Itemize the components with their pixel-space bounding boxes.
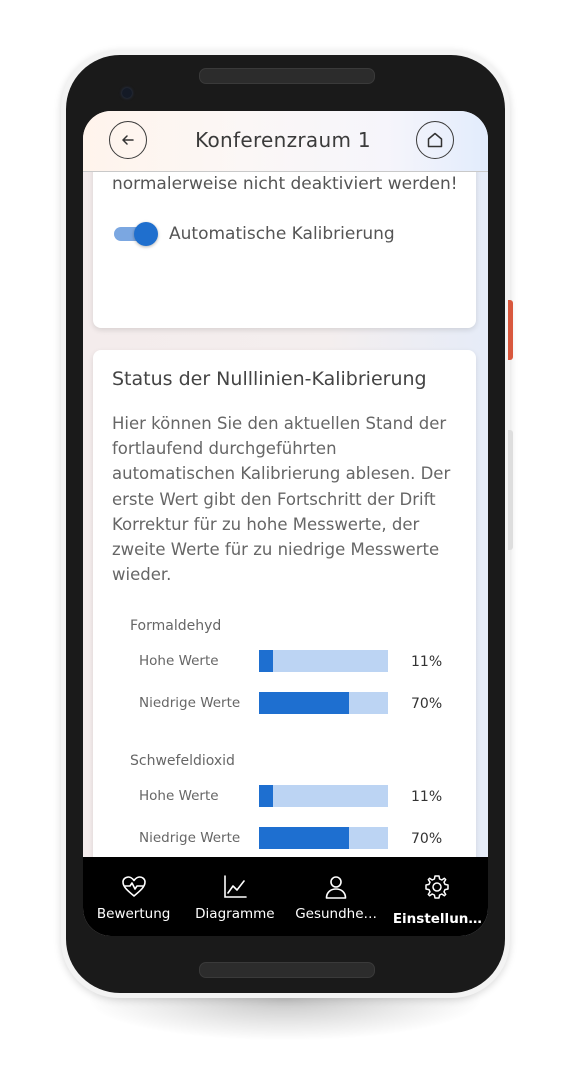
bottom-speaker [199,962,375,978]
auto-calibration-label: Automatische Kalibrierung [169,224,395,244]
progress-fill [259,827,350,849]
calibration-settings-card: normalerweise nicht deaktiviert werden! … [93,172,476,328]
progress-fill [259,692,350,714]
progress-bar [259,827,388,849]
nav-label: Diagramme [195,906,275,922]
row-label: Hohe Werte [139,653,219,669]
percent-value: 11% [411,789,443,805]
row-label: Hohe Werte [139,788,219,804]
nav-label: Einstellun… [392,911,482,927]
group-label-schwefeldioxid: Schwefeldioxid [130,753,235,769]
front-camera [122,88,132,98]
page-title: Konferenzraum 1 [195,128,371,152]
settings-scroll-area[interactable]: normalerweise nicht deaktiviert werden! … [83,172,488,857]
progress-bar [259,785,388,807]
power-button [508,300,513,360]
phone-screen: Konferenzraum 1 normalerweise nicht deak… [83,111,488,936]
nav-item-bewertung[interactable]: Bewertung [83,857,184,936]
top-speaker [199,68,375,84]
heart-pulse-icon [121,876,146,897]
app-bar: Konferenzraum 1 [83,111,488,172]
bottom-navigation: Bewertung Diagramme Gesundhe… Einstellun… [83,857,488,936]
volume-button [508,430,513,550]
nav-label: Bewertung [96,906,171,922]
card-title: Status der Nulllinien-Kalibrierung [112,368,427,390]
home-icon [427,132,443,148]
nav-item-diagramme[interactable]: Diagramme [184,857,285,936]
row-label: Niedrige Werte [139,695,241,711]
gear-icon [425,875,450,899]
auto-calibration-toggle[interactable] [113,222,159,246]
calibration-status-card: Status der Nulllinien-Kalibrierung Hier … [93,350,476,857]
nav-label: Gesundhe… [295,906,378,922]
home-button[interactable] [416,121,454,159]
progress-fill [259,785,274,807]
group-label-formaldehyd: Formaldehyd [130,618,222,634]
percent-value: 70% [411,696,443,712]
nav-item-gesundheit[interactable]: Gesundhe… [286,857,387,936]
progress-bar [259,650,388,672]
progress-bar [259,692,388,714]
line-chart-icon [224,875,247,898]
percent-value: 11% [411,654,443,670]
back-button[interactable] [109,121,147,159]
row-label: Niedrige Werte [139,830,241,846]
percent-value: 70% [411,831,443,847]
progress-fill [259,650,274,672]
card-description: Hier können Sie den aktuellen Stand der … [112,414,451,585]
person-icon [325,876,347,899]
arrow-left-icon [122,135,134,145]
warning-text: normalerweise nicht deaktiviert werden! [112,174,458,194]
toggle-knob [134,222,158,246]
nav-item-einstellungen[interactable]: Einstellun… [387,857,488,936]
